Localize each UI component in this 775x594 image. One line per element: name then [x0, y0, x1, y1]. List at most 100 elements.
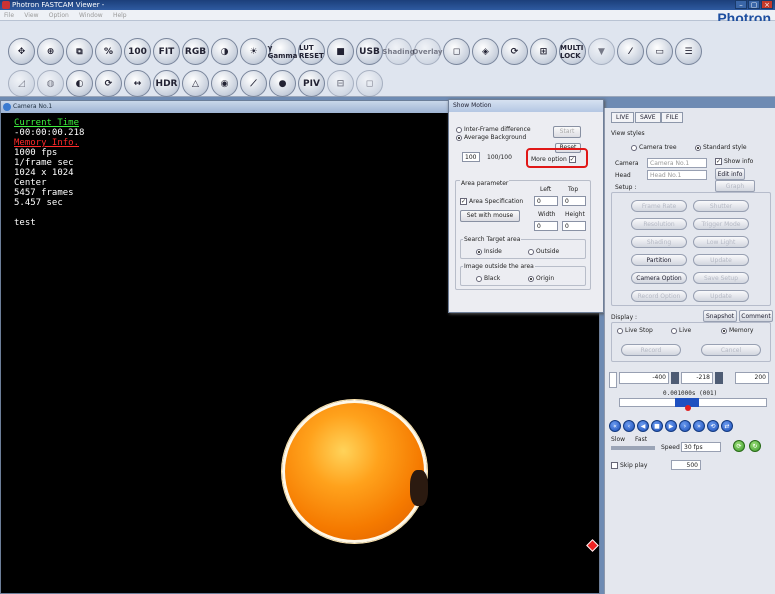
shutter-button[interactable]: Shutter [693, 200, 749, 212]
toolbar-button-row1-13[interactable]: Shading [382, 38, 415, 65]
toolbar-button-row1-19[interactable]: MULTI LOCK [559, 38, 586, 65]
black-radio[interactable]: Black [476, 275, 500, 282]
tab-file[interactable]: FILE [661, 112, 684, 123]
set-with-mouse-button[interactable]: Set with mouse [460, 210, 520, 222]
camera-select[interactable]: Camera No.1 [647, 158, 707, 168]
play-reverse-icon[interactable]: ◀ [637, 420, 649, 432]
head-select[interactable]: Head No.1 [647, 170, 707, 180]
toolbar-button-row1-11[interactable]: ■ [327, 38, 354, 65]
graph-button[interactable]: Graph [715, 180, 755, 192]
start-position-field[interactable]: -400 [619, 372, 669, 384]
toolbar-button-row1-4[interactable]: 100 [124, 38, 151, 65]
record-option-button[interactable]: Record Option [631, 290, 687, 302]
partition-button[interactable]: Partition [631, 254, 687, 266]
menu-window[interactable]: Window [75, 10, 107, 21]
count-field[interactable]: 100 [462, 152, 480, 162]
inter-frame-radio[interactable]: Inter-Frame difference [456, 126, 531, 133]
toolbar-button-row1-18[interactable]: ⊞ [530, 38, 557, 65]
memory-info-label[interactable]: Memory Info. [14, 138, 84, 148]
origin-radio[interactable]: Origin [528, 275, 554, 282]
toolbar-button-row2-4[interactable]: ↔ [124, 70, 151, 97]
toolbar-button-row1-15[interactable]: ◻ [443, 38, 470, 65]
toolbar-button-row1-3[interactable]: % [95, 38, 122, 65]
repeat-icon[interactable]: ⇄ [721, 420, 733, 432]
width-field[interactable]: 0 [534, 221, 558, 231]
rewind-fast-icon[interactable]: « [609, 420, 621, 432]
speed-select[interactable]: 30 fps [681, 442, 721, 452]
toolbar-button-row1-9[interactable]: γ Gamma [268, 38, 297, 65]
record-button[interactable]: Record [621, 344, 681, 356]
tab-live[interactable]: LIVE [611, 112, 635, 123]
frame-rate-button[interactable]: Frame Rate [631, 200, 687, 212]
update-2-button[interactable]: Update [693, 290, 749, 302]
current-position-field[interactable]: -218 [681, 372, 713, 384]
toolbar-button-row1-16[interactable]: ◈ [472, 38, 499, 65]
maximize-button[interactable]: ▢ [748, 0, 760, 9]
toolbar-button-row1-7[interactable]: ◑ [211, 38, 238, 65]
toolbar-button-row1-8[interactable]: ☀ [240, 38, 267, 65]
right-slider-handle[interactable] [715, 372, 723, 384]
toolbar-button-row2-5[interactable]: HDR [153, 70, 180, 97]
toolbar-button-row2-3[interactable]: ⟳ [95, 70, 122, 97]
snapshot-button[interactable]: Snapshot [703, 310, 737, 322]
save-setup-button[interactable]: Save Setup [693, 272, 749, 284]
left-slider-handle[interactable] [671, 372, 679, 384]
left-field[interactable]: 0 [534, 196, 558, 206]
resolution-button[interactable]: Resolution [631, 218, 687, 230]
shading-button[interactable]: Shading [631, 236, 687, 248]
end-position-field[interactable]: 200 [735, 372, 769, 384]
current-time-label[interactable]: Current Time [14, 118, 84, 128]
loop-icon[interactable]: ⟲ [707, 420, 719, 432]
toolbar-button-row2-2[interactable]: ◐ [66, 70, 93, 97]
reload-green-icon[interactable]: ↻ [749, 440, 761, 452]
toolbar-button-row1-12[interactable]: USB [356, 38, 383, 65]
skip-play-checkbox[interactable]: Skip play [611, 462, 647, 469]
camera-tree-radio[interactable]: Camera tree [631, 144, 677, 151]
toolbar-button-row1-5[interactable]: FIT [153, 38, 180, 65]
toolbar-button-row1-22[interactable]: ▭ [646, 38, 673, 65]
toolbar-button-row2-0[interactable]: ◿ [8, 70, 35, 97]
toolbar-button-row2-11[interactable]: ⊟ [327, 70, 354, 97]
step-forward-icon[interactable]: › [679, 420, 691, 432]
edit-info-button[interactable]: Edit info [715, 168, 745, 180]
skip-field[interactable]: 500 [671, 460, 701, 470]
update-button[interactable]: Update [693, 254, 749, 266]
scroll-stepper[interactable] [609, 372, 617, 388]
close-button[interactable]: × [761, 0, 773, 9]
trigger-mode-button[interactable]: Trigger Mode [693, 218, 749, 230]
play-icon[interactable]: ▶ [665, 420, 677, 432]
play-green-icon[interactable]: ⟳ [733, 440, 745, 452]
toolbar-button-row1-23[interactable]: ☰ [675, 38, 702, 65]
standard-style-radio[interactable]: Standard style [695, 144, 747, 151]
toolbar-button-row2-8[interactable]: ⟋ [240, 70, 267, 97]
toolbar-button-row1-10[interactable]: LUT RESET [298, 38, 325, 65]
live-stop-radio[interactable]: Live Stop [617, 327, 653, 334]
toolbar-button-row2-9[interactable]: ● [269, 70, 296, 97]
menu-help[interactable]: Help [109, 10, 131, 21]
area-spec-checkbox[interactable]: ✓ Area Specification [460, 198, 523, 205]
toolbar-button-row1-6[interactable]: RGB [182, 38, 209, 65]
stop-icon[interactable]: ■ [651, 420, 663, 432]
memory-radio[interactable]: Memory [721, 327, 753, 334]
toolbar-button-row2-1[interactable]: ◍ [37, 70, 64, 97]
tab-save[interactable]: SAVE [635, 112, 661, 123]
minimize-button[interactable]: – [735, 0, 747, 9]
speed-slider[interactable] [611, 446, 655, 450]
outside-radio[interactable]: Outside [528, 248, 559, 255]
toolbar-button-row2-6[interactable]: △ [182, 70, 209, 97]
step-back-icon[interactable]: ‹ [623, 420, 635, 432]
toolbar-button-row1-14[interactable]: Overlay [412, 38, 443, 65]
average-bg-radio[interactable]: Average Background [456, 134, 526, 141]
menu-option[interactable]: Option [45, 10, 73, 21]
toolbar-button-row1-20[interactable]: ▼ [588, 38, 615, 65]
toolbar-button-row1-21[interactable]: ⁄ [617, 38, 644, 65]
toolbar-button-row2-10[interactable]: PIV [298, 70, 325, 97]
menu-view[interactable]: View [20, 10, 42, 21]
toolbar-button-row2-7[interactable]: ◉ [211, 70, 238, 97]
toolbar-button-row1-2[interactable]: ⧉ [66, 38, 93, 65]
live-radio[interactable]: Live [671, 327, 691, 334]
toolbar-button-row2-12[interactable]: ◻ [356, 70, 383, 97]
comment-button[interactable]: Comment [739, 310, 773, 322]
menu-file[interactable]: File [0, 10, 18, 21]
forward-fast-icon[interactable]: » [693, 420, 705, 432]
